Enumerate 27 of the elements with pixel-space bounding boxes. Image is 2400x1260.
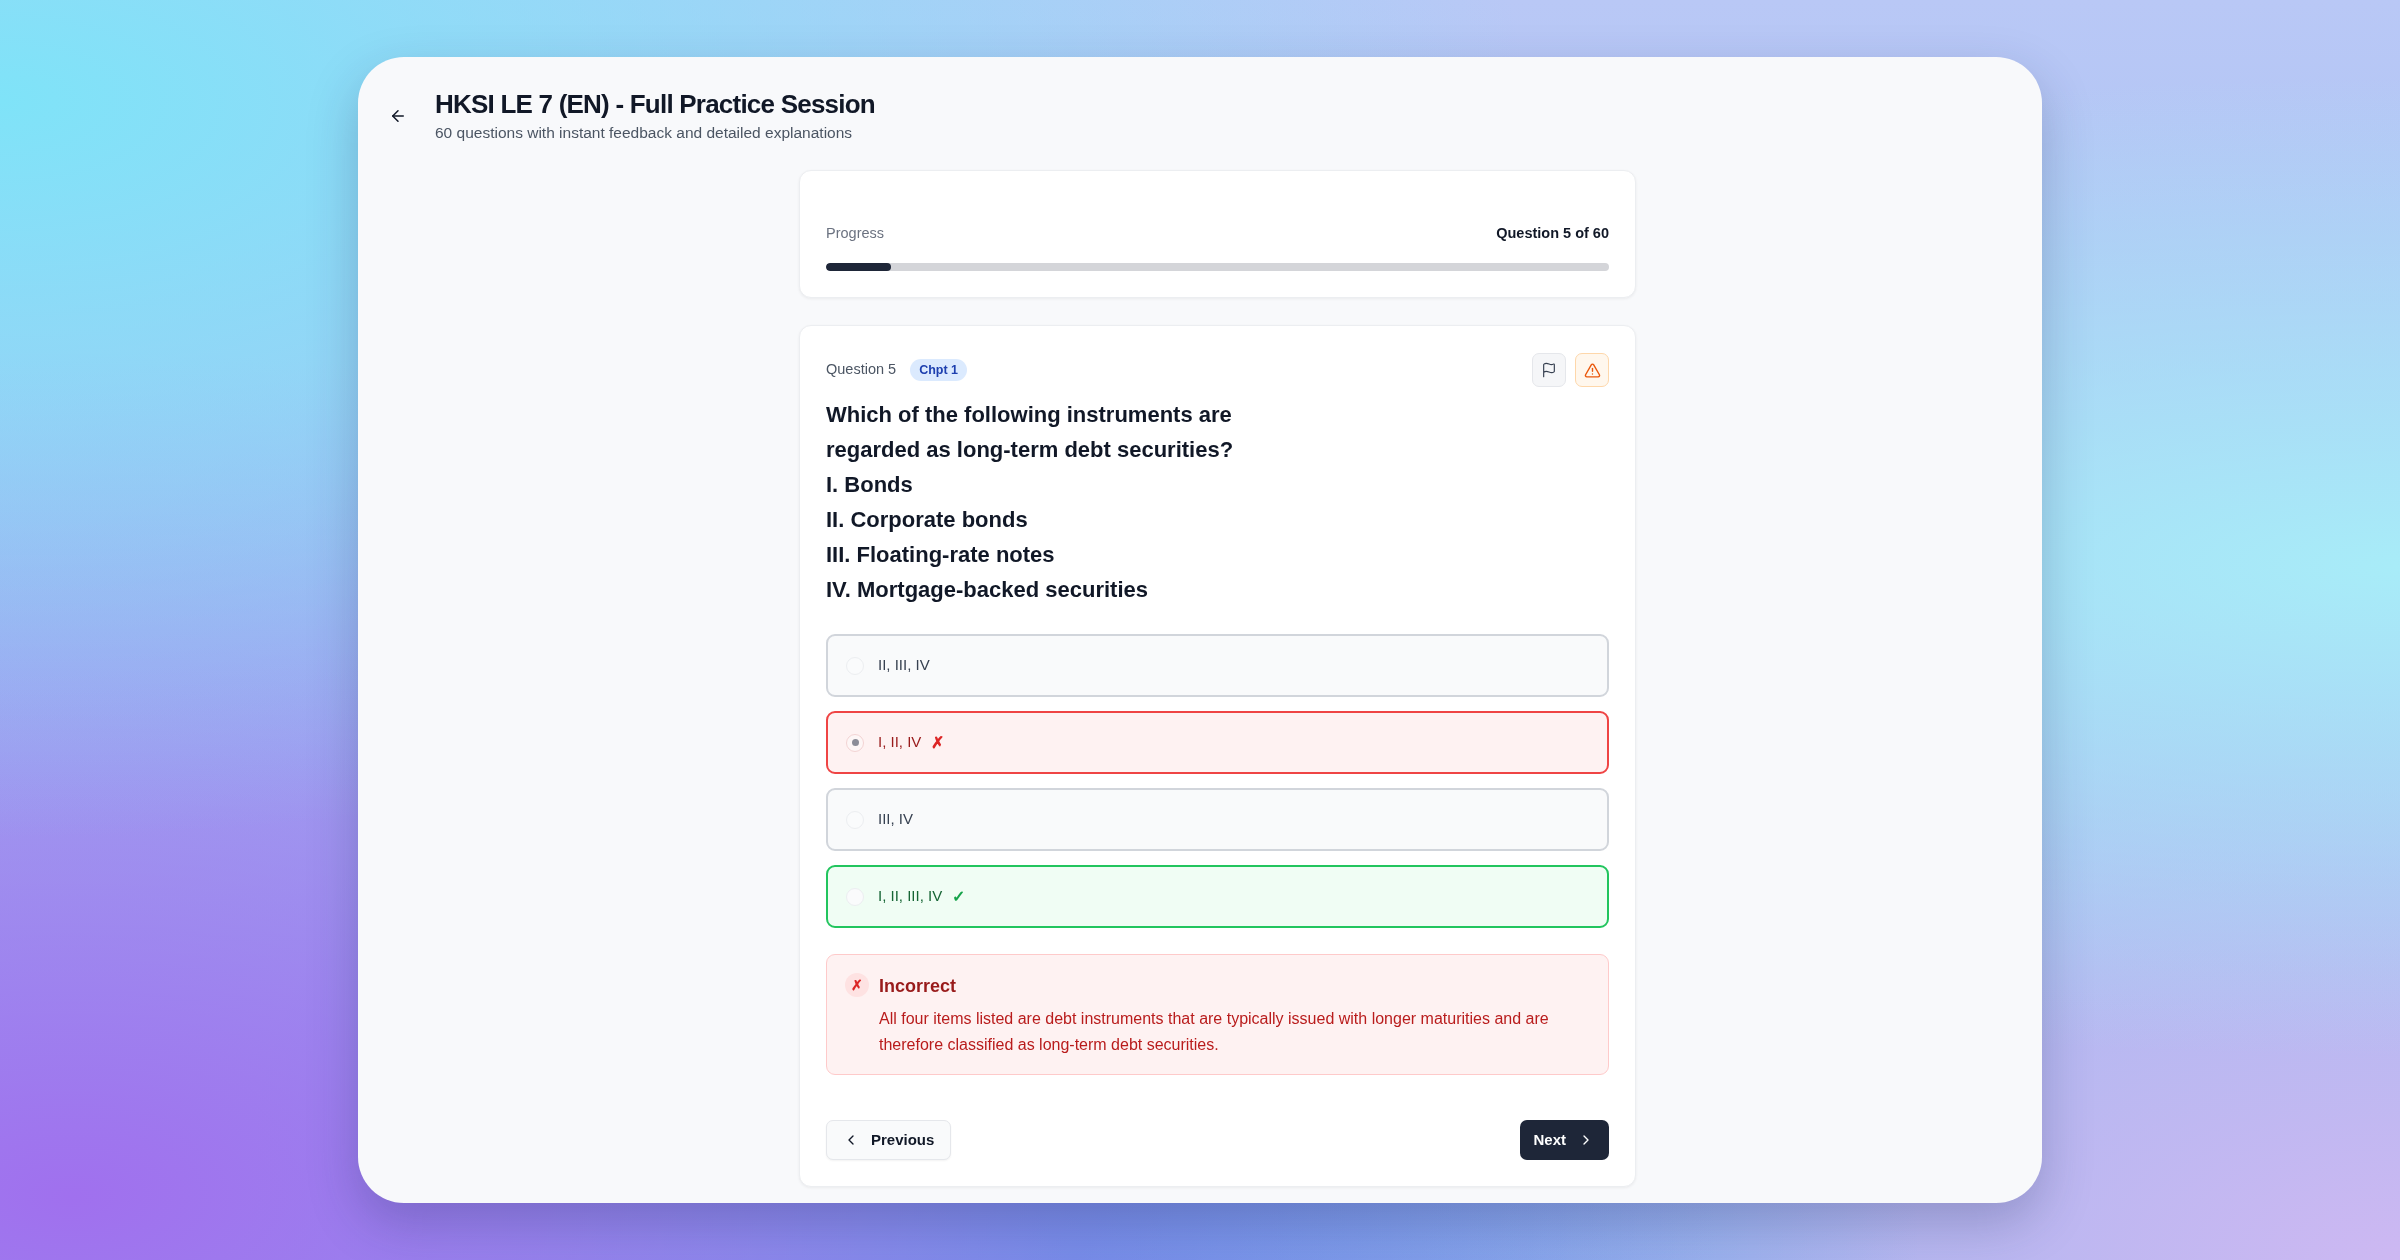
question-text: Which of the following instruments are regarded as long-term debt securities? bbox=[826, 401, 1235, 464]
answer-option[interactable]: I, II, III, IV ✓ bbox=[826, 865, 1609, 928]
answer-option[interactable]: II, III, IV bbox=[826, 634, 1609, 697]
warning-icon bbox=[1583, 361, 1601, 379]
flag-icon bbox=[1541, 362, 1557, 378]
next-button[interactable]: Next bbox=[1520, 1120, 1609, 1160]
question-number: Question 5 bbox=[826, 360, 897, 380]
answer-option[interactable]: III, IV bbox=[826, 788, 1609, 851]
report-button[interactable] bbox=[1575, 353, 1609, 387]
cross-mark: ✗ bbox=[931, 732, 945, 753]
progress-label: Progress bbox=[826, 224, 885, 244]
page-subtitle: 60 questions with instant feedback and detailed explanations bbox=[435, 123, 854, 143]
question-counter: Question 5 of 60 bbox=[1496, 224, 1609, 244]
statement-text: IV. Mortgage-backed securities bbox=[826, 576, 1149, 604]
cross-mark: ✗ bbox=[845, 973, 869, 997]
feedback-explanation: All four items listed are debt instruments that are typically issued with longer maturities and are therefore classified as long-term debt securities. bbox=[879, 1009, 1550, 1055]
radio-button[interactable] bbox=[846, 733, 864, 752]
chapter-tag: Chpt 1 bbox=[910, 359, 968, 381]
check-mark: ✓ bbox=[952, 886, 966, 907]
page-title: HKSI LE 7 (EN) - Full Practice Session bbox=[435, 88, 875, 120]
previous-button[interactable]: Previous bbox=[826, 1120, 952, 1160]
flag-button[interactable] bbox=[1532, 353, 1566, 387]
feedback-title: Incorrect bbox=[879, 975, 958, 998]
statement-text: I. Bonds bbox=[826, 471, 914, 499]
statement-text: II. Corporate bonds bbox=[826, 506, 1029, 534]
statement-text: III. Floating-rate notes bbox=[826, 541, 1056, 569]
answer-option[interactable]: I, II, IV ✗ bbox=[826, 711, 1609, 774]
